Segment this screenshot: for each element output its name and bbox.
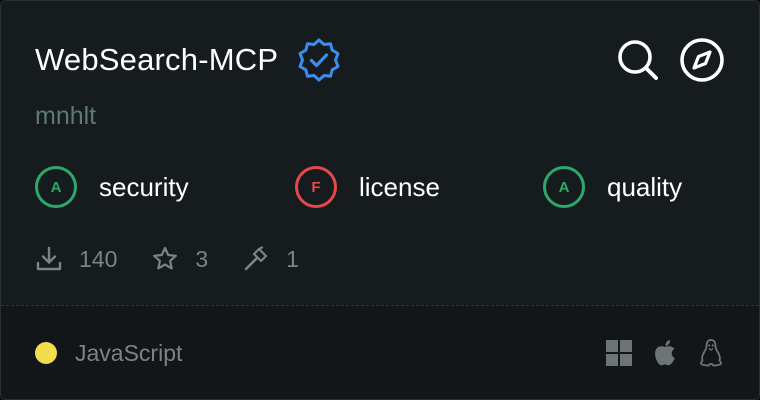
server-card[interactable]: WebSearch-MCP mnhlt A security F license… (0, 0, 760, 400)
hammer-icon (244, 246, 268, 271)
card-actions (615, 37, 725, 83)
star-icon (153, 246, 178, 270)
explore-button[interactable] (679, 37, 725, 83)
search-icon (618, 40, 658, 80)
grade-badge: A (35, 166, 77, 208)
search-button[interactable] (615, 37, 661, 83)
language-indicator: JavaScript (35, 338, 182, 368)
author-name[interactable]: mnhlt (35, 99, 96, 133)
language-color-dot (35, 342, 57, 364)
grade-license: F license (295, 166, 440, 208)
stars-stat: 3 (151, 242, 208, 276)
grade-label: license (359, 172, 440, 202)
downloads-count: 140 (79, 246, 118, 272)
downloads-stat: 140 (35, 242, 117, 276)
linux-icon (699, 339, 723, 367)
apple-icon (655, 340, 675, 366)
grade-label: quality (607, 172, 683, 202)
grade-label: security (99, 172, 189, 202)
verified-badge-icon (298, 38, 340, 82)
download-icon (36, 246, 62, 271)
stars-count: 3 (195, 246, 209, 272)
windows-icon (606, 340, 632, 366)
platform-list (605, 338, 725, 368)
tools-stat: 1 (242, 242, 299, 276)
tools-count: 1 (286, 246, 299, 272)
server-title[interactable]: WebSearch-MCP (35, 40, 278, 80)
card-body: WebSearch-MCP mnhlt A security F license… (1, 1, 759, 305)
compass-icon (680, 38, 724, 82)
card-footer: JavaScript (1, 306, 759, 399)
grade-quality: A quality (543, 166, 682, 208)
title-row: WebSearch-MCP (35, 37, 342, 83)
stats-row: 140 3 1 (35, 242, 333, 276)
grade-badge: F (295, 166, 337, 208)
grade-security: A security (35, 166, 189, 208)
grade-badge: A (543, 166, 585, 208)
language-name: JavaScript (75, 340, 183, 366)
